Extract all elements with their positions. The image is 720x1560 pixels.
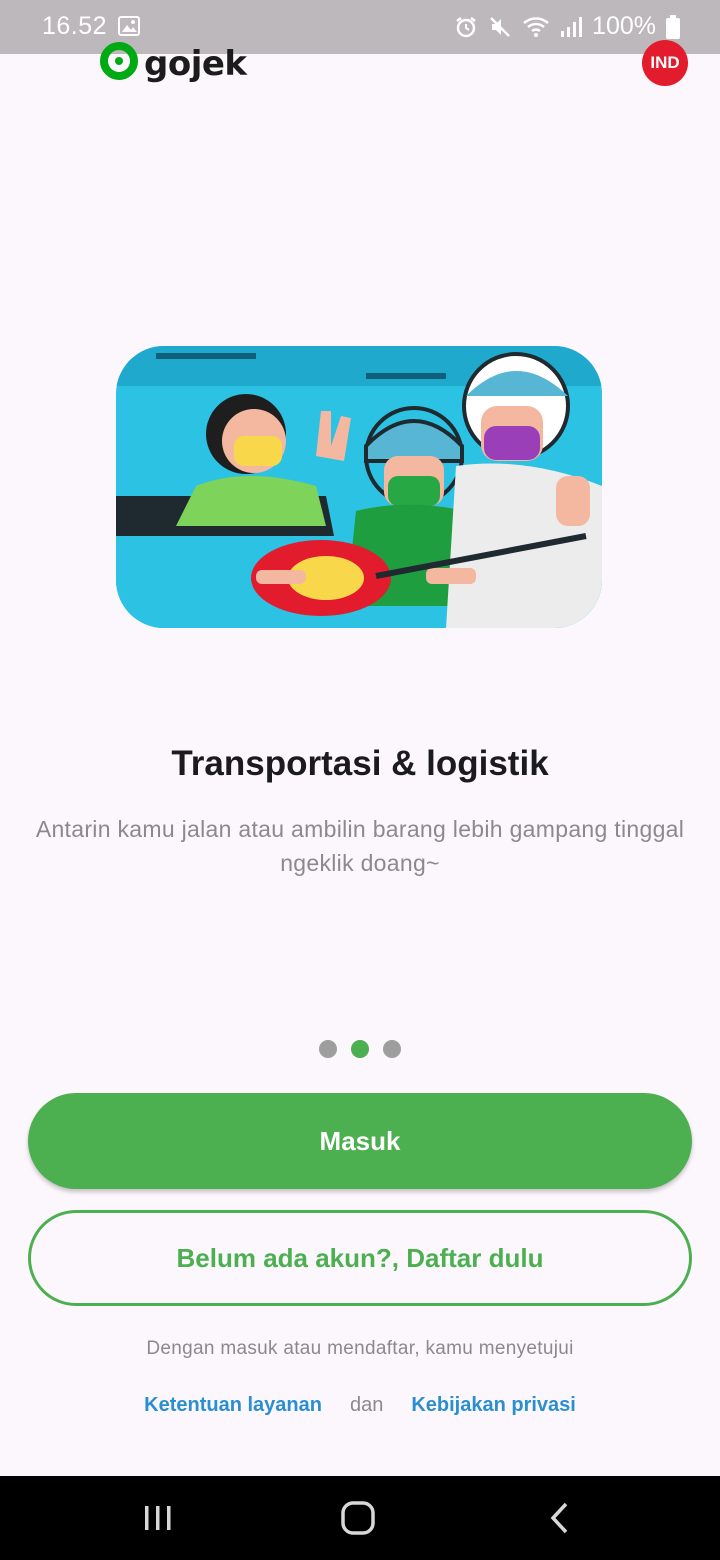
pagination-dots [0,1040,720,1058]
logo-text: gojek [144,43,247,84]
register-button[interactable]: Belum ada akun?, Daftar dulu [28,1210,692,1306]
gojek-logo-icon [100,42,138,85]
onboarding-subtitle: Antarin kamu jalan atau ambilin barang l… [35,816,685,876]
mute-icon [488,15,512,39]
and-text: dan [349,1394,384,1416]
home-icon[interactable] [318,1476,398,1560]
status-time: 16.52 [42,12,108,40]
onboarding-illustration [116,346,602,628]
privacy-link[interactable]: Kebijakan privasi [411,1394,576,1417]
onboarding-title: Transportasi & logistik [171,744,549,783]
language-switch-button[interactable]: IND [642,40,688,86]
status-icons: 100% [454,12,680,41]
page-dot-3[interactable] [383,1040,401,1058]
wifi-icon [522,15,550,39]
system-nav-bar [0,1476,720,1560]
image-icon [118,16,140,41]
gojek-logo: gojek [100,42,247,85]
back-icon[interactable] [520,1476,600,1560]
login-button[interactable]: Masuk [28,1093,692,1189]
legal-text: Dengan masuk atau mendaftar, kamu menyet… [146,1338,574,1359]
signal-icon [560,15,583,39]
page-dot-2[interactable] [351,1040,369,1058]
recent-apps-icon[interactable] [118,1476,198,1560]
battery-icon [666,14,680,39]
page-dot-1[interactable] [319,1040,337,1058]
terms-link[interactable]: Ketentuan layanan [144,1394,322,1417]
alarm-icon [454,15,478,39]
battery-level: 100% [592,12,656,40]
legal-links: Ketentuan layanan dan Kebijakan privasi [0,1394,720,1417]
